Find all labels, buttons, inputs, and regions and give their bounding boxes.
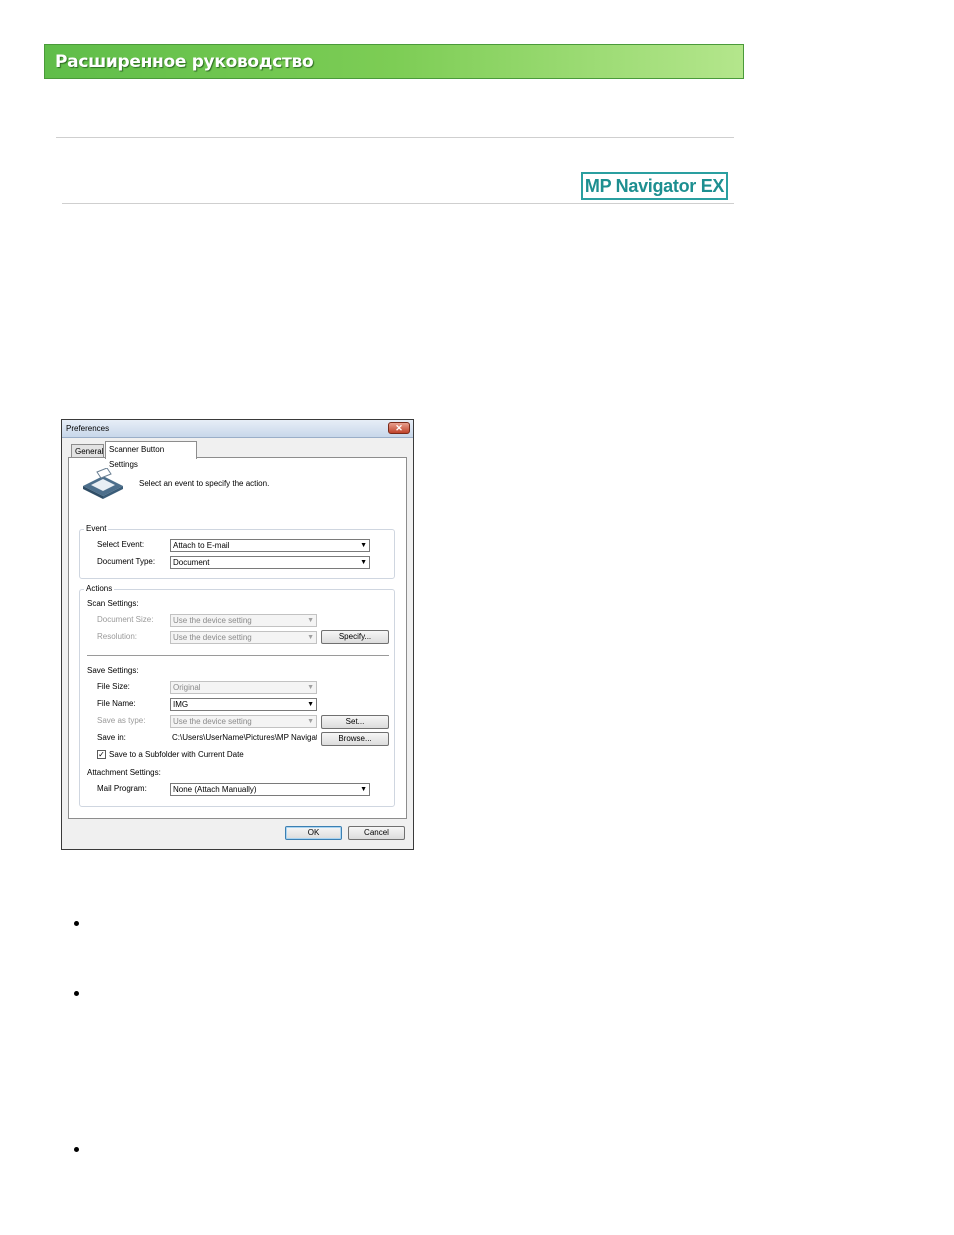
- scan-settings-label: Scan Settings:: [87, 599, 139, 608]
- document-type-label: Document Type:: [97, 557, 156, 566]
- save-in-label: Save in:: [97, 733, 126, 742]
- instruction-text: Select an event to specify the action.: [139, 479, 270, 488]
- browse-button[interactable]: Browse...: [321, 732, 389, 746]
- preferences-dialog: Preferences ✕ General Scanner Button Set…: [61, 419, 414, 850]
- chevron-down-icon: ▼: [307, 701, 314, 708]
- list-bullet: [74, 1147, 79, 1152]
- resolution-dropdown[interactable]: Use the device setting ▼: [170, 631, 317, 644]
- file-name-label: File Name:: [97, 699, 136, 708]
- chevron-down-icon: ▼: [307, 617, 314, 624]
- select-event-label: Select Event:: [97, 540, 145, 549]
- document-type-dropdown[interactable]: Document ▼: [170, 556, 370, 569]
- divider-bottom: [62, 203, 734, 204]
- set-button[interactable]: Set...: [321, 715, 389, 729]
- save-as-type-dropdown[interactable]: Use the device setting ▼: [170, 715, 317, 728]
- cancel-button[interactable]: Cancel: [348, 826, 405, 840]
- dialog-title: Preferences: [66, 424, 110, 433]
- banner-title: Расширенное руководство: [55, 52, 314, 72]
- mail-program-label: Mail Program:: [97, 784, 147, 793]
- chevron-down-icon: ▼: [360, 559, 367, 566]
- file-size-dropdown[interactable]: Original ▼: [170, 681, 317, 694]
- tab-scanner-button-settings[interactable]: Scanner Button Settings: [105, 441, 197, 469]
- file-name-combobox[interactable]: IMG ▼: [170, 698, 317, 711]
- chevron-down-icon: ▼: [360, 542, 367, 549]
- actions-separator: [87, 655, 389, 656]
- event-group-title: Event: [84, 524, 109, 533]
- actions-group-title: Actions: [84, 584, 115, 593]
- subfolder-checkbox[interactable]: ✓: [97, 750, 106, 759]
- divider-top: [56, 137, 734, 138]
- resolution-label: Resolution:: [97, 632, 138, 641]
- save-settings-label: Save Settings:: [87, 666, 139, 675]
- save-in-path: C:\Users\UserName\Pictures\MP Navigato: [172, 733, 317, 742]
- chevron-down-icon: ▼: [307, 718, 314, 725]
- tab-panel: Select an event to specify the action. E…: [68, 457, 407, 819]
- save-as-type-label: Save as type:: [97, 716, 146, 725]
- list-bullet: [74, 921, 79, 926]
- chevron-down-icon: ▼: [360, 786, 367, 793]
- scanner-icon: [83, 468, 123, 499]
- chevron-down-icon: ▼: [307, 684, 314, 691]
- chevron-down-icon: ▼: [307, 634, 314, 641]
- close-icon[interactable]: ✕: [388, 422, 410, 434]
- specify-button[interactable]: Specify...: [321, 630, 389, 644]
- tab-general[interactable]: General: [71, 444, 104, 458]
- document-size-dropdown[interactable]: Use the device setting ▼: [170, 614, 317, 627]
- select-event-dropdown[interactable]: Attach to E-mail ▼: [170, 539, 370, 552]
- mp-navigator-logo: MP Navigator EX: [581, 172, 728, 200]
- header-banner: Расширенное руководство: [44, 44, 744, 79]
- document-size-label: Document Size:: [97, 615, 154, 624]
- file-size-label: File Size:: [97, 682, 130, 691]
- attachment-settings-label: Attachment Settings:: [87, 768, 161, 777]
- dialog-titlebar: Preferences ✕: [62, 420, 413, 438]
- mail-program-dropdown[interactable]: None (Attach Manually) ▼: [170, 783, 370, 796]
- ok-button[interactable]: OK: [285, 826, 342, 840]
- subfolder-checkbox-label: Save to a Subfolder with Current Date: [109, 750, 244, 759]
- list-bullet: [74, 991, 79, 996]
- event-group: Event: [79, 524, 395, 579]
